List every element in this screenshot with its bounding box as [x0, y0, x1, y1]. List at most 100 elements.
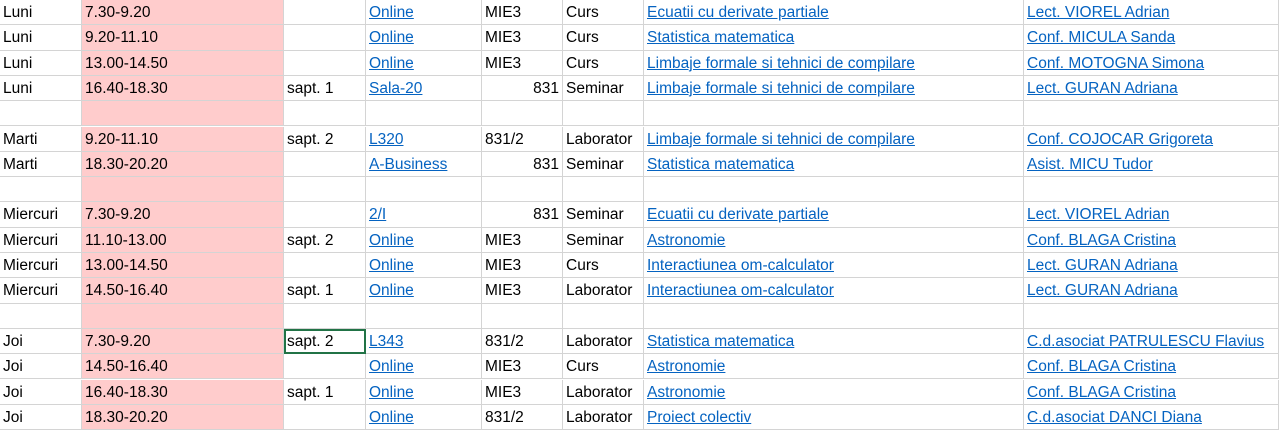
- room-link-text[interactable]: L343: [369, 333, 403, 350]
- day-cell[interactable]: [0, 177, 82, 203]
- day-cell[interactable]: Joi: [0, 404, 82, 431]
- teacher-link-text[interactable]: Conf. MOTOGNA Simona: [1027, 55, 1204, 72]
- type-cell[interactable]: Curs: [563, 25, 644, 51]
- type-cell[interactable]: Curs: [563, 354, 644, 380]
- group-cell[interactable]: 831/2: [482, 404, 563, 431]
- time-cell[interactable]: 14.50-16.40: [82, 354, 284, 380]
- day-cell[interactable]: Luni: [0, 75, 82, 102]
- course-link[interactable]: Ecuatii cu derivate partiale: [644, 202, 1024, 228]
- room-link-text[interactable]: Online: [369, 384, 414, 401]
- room-link[interactable]: [366, 303, 482, 329]
- group-cell[interactable]: [482, 101, 563, 127]
- room-link-text[interactable]: Online: [369, 232, 414, 249]
- week-cell[interactable]: sapt. 1: [284, 278, 366, 304]
- course-link-text[interactable]: Astronomie: [647, 358, 725, 375]
- course-link-text[interactable]: Interactiunea om-calculator: [647, 257, 834, 274]
- teacher-link-text[interactable]: Lect. VIOREL Adrian: [1027, 206, 1169, 223]
- room-link-text[interactable]: Online: [369, 29, 414, 46]
- teacher-link[interactable]: Lect. VIOREL Adrian: [1024, 202, 1279, 228]
- teacher-link-text[interactable]: Conf. BLAGA Cristina: [1027, 384, 1176, 401]
- course-link[interactable]: Limbaje formale si tehnici de compilare: [644, 126, 1024, 152]
- day-cell[interactable]: Marti: [0, 151, 82, 178]
- week-cell[interactable]: [284, 177, 366, 203]
- course-link[interactable]: Astronomie: [644, 227, 1024, 253]
- room-link[interactable]: Online: [366, 25, 482, 51]
- room-link[interactable]: Online: [366, 50, 482, 76]
- time-cell[interactable]: 7.30-9.20: [82, 202, 284, 228]
- group-cell[interactable]: MIE3: [482, 379, 563, 405]
- time-cell[interactable]: 13.00-14.50: [82, 253, 284, 279]
- course-link-text[interactable]: Statistica matematica: [647, 333, 794, 350]
- type-cell[interactable]: Seminar: [563, 227, 644, 253]
- time-cell[interactable]: 13.00-14.50: [82, 50, 284, 76]
- course-link-text[interactable]: Ecuatii cu derivate partiale: [647, 206, 829, 223]
- time-cell[interactable]: 16.40-18.30: [82, 75, 284, 102]
- group-cell[interactable]: 831/2: [482, 126, 563, 152]
- room-link[interactable]: L343: [366, 328, 482, 355]
- course-link[interactable]: Interactiunea om-calculator: [644, 253, 1024, 279]
- room-link-text[interactable]: Online: [369, 358, 414, 375]
- day-cell[interactable]: Miercuri: [0, 278, 82, 304]
- teacher-link-text[interactable]: Asist. MICU Tudor: [1027, 156, 1153, 173]
- type-cell[interactable]: [563, 303, 644, 329]
- type-cell[interactable]: Curs: [563, 0, 644, 26]
- group-cell[interactable]: MIE3: [482, 227, 563, 253]
- room-link[interactable]: Online: [366, 354, 482, 380]
- type-cell[interactable]: Seminar: [563, 151, 644, 178]
- time-cell[interactable]: 16.40-18.30: [82, 379, 284, 405]
- room-link[interactable]: Online: [366, 379, 482, 405]
- course-link[interactable]: Statistica matematica: [644, 328, 1024, 355]
- type-cell[interactable]: Laborator: [563, 126, 644, 152]
- teacher-link[interactable]: Lect. GURAN Adriana: [1024, 75, 1279, 102]
- room-link-text[interactable]: L320: [369, 131, 403, 148]
- schedule-spreadsheet[interactable]: Luni 7.30-9.20 Online MIE3 Curs Ecuatii cu de…: [0, 0, 1279, 433]
- group-cell[interactable]: MIE3: [482, 50, 563, 76]
- week-cell[interactable]: sapt. 1: [284, 75, 366, 102]
- day-cell[interactable]: Miercuri: [0, 227, 82, 253]
- teacher-link-text[interactable]: Lect. GURAN Adriana: [1027, 282, 1178, 299]
- teacher-link[interactable]: [1024, 303, 1279, 329]
- course-link-text[interactable]: Proiect colectiv: [647, 409, 751, 426]
- time-cell[interactable]: [82, 303, 284, 329]
- group-cell[interactable]: 831: [482, 75, 563, 102]
- room-link[interactable]: Online: [366, 253, 482, 279]
- week-cell[interactable]: [284, 101, 366, 127]
- room-link[interactable]: A-Business: [366, 151, 482, 178]
- day-cell[interactable]: Miercuri: [0, 253, 82, 279]
- day-cell[interactable]: Marti: [0, 126, 82, 152]
- time-cell[interactable]: 7.30-9.20: [82, 328, 284, 355]
- type-cell[interactable]: Laborator: [563, 379, 644, 405]
- week-cell[interactable]: [284, 0, 366, 26]
- week-cell[interactable]: [284, 151, 366, 178]
- teacher-link[interactable]: Conf. COJOCAR Grigoreta: [1024, 126, 1279, 152]
- week-cell[interactable]: [284, 404, 366, 431]
- week-cell[interactable]: sapt. 1: [284, 379, 366, 405]
- room-link-text[interactable]: Online: [369, 282, 414, 299]
- time-cell[interactable]: 9.20-11.10: [82, 126, 284, 152]
- time-cell[interactable]: 18.30-20.20: [82, 151, 284, 178]
- course-link-text[interactable]: Limbaje formale si tehnici de compilare: [647, 55, 915, 72]
- time-cell[interactable]: 7.30-9.20: [82, 0, 284, 26]
- group-cell[interactable]: MIE3: [482, 25, 563, 51]
- group-cell[interactable]: [482, 303, 563, 329]
- type-cell[interactable]: Curs: [563, 253, 644, 279]
- teacher-link[interactable]: [1024, 101, 1279, 127]
- course-link-text[interactable]: Astronomie: [647, 232, 725, 249]
- teacher-link-text[interactable]: Conf. BLAGA Cristina: [1027, 232, 1176, 249]
- room-link[interactable]: 2/I: [366, 202, 482, 228]
- day-cell[interactable]: Miercuri: [0, 202, 82, 228]
- room-link[interactable]: Online: [366, 404, 482, 431]
- group-cell[interactable]: [482, 177, 563, 203]
- course-link[interactable]: Statistica matematica: [644, 25, 1024, 51]
- day-cell[interactable]: Luni: [0, 25, 82, 51]
- day-cell[interactable]: Joi: [0, 328, 82, 355]
- group-cell[interactable]: 831: [482, 151, 563, 178]
- teacher-link-text[interactable]: Conf. BLAGA Cristina: [1027, 358, 1176, 375]
- type-cell[interactable]: [563, 101, 644, 127]
- day-cell[interactable]: [0, 303, 82, 329]
- type-cell[interactable]: Seminar: [563, 75, 644, 102]
- day-cell[interactable]: [0, 101, 82, 127]
- course-link-text[interactable]: Astronomie: [647, 384, 725, 401]
- teacher-link[interactable]: Conf. BLAGA Cristina: [1024, 354, 1279, 380]
- time-cell[interactable]: 11.10-13.00: [82, 227, 284, 253]
